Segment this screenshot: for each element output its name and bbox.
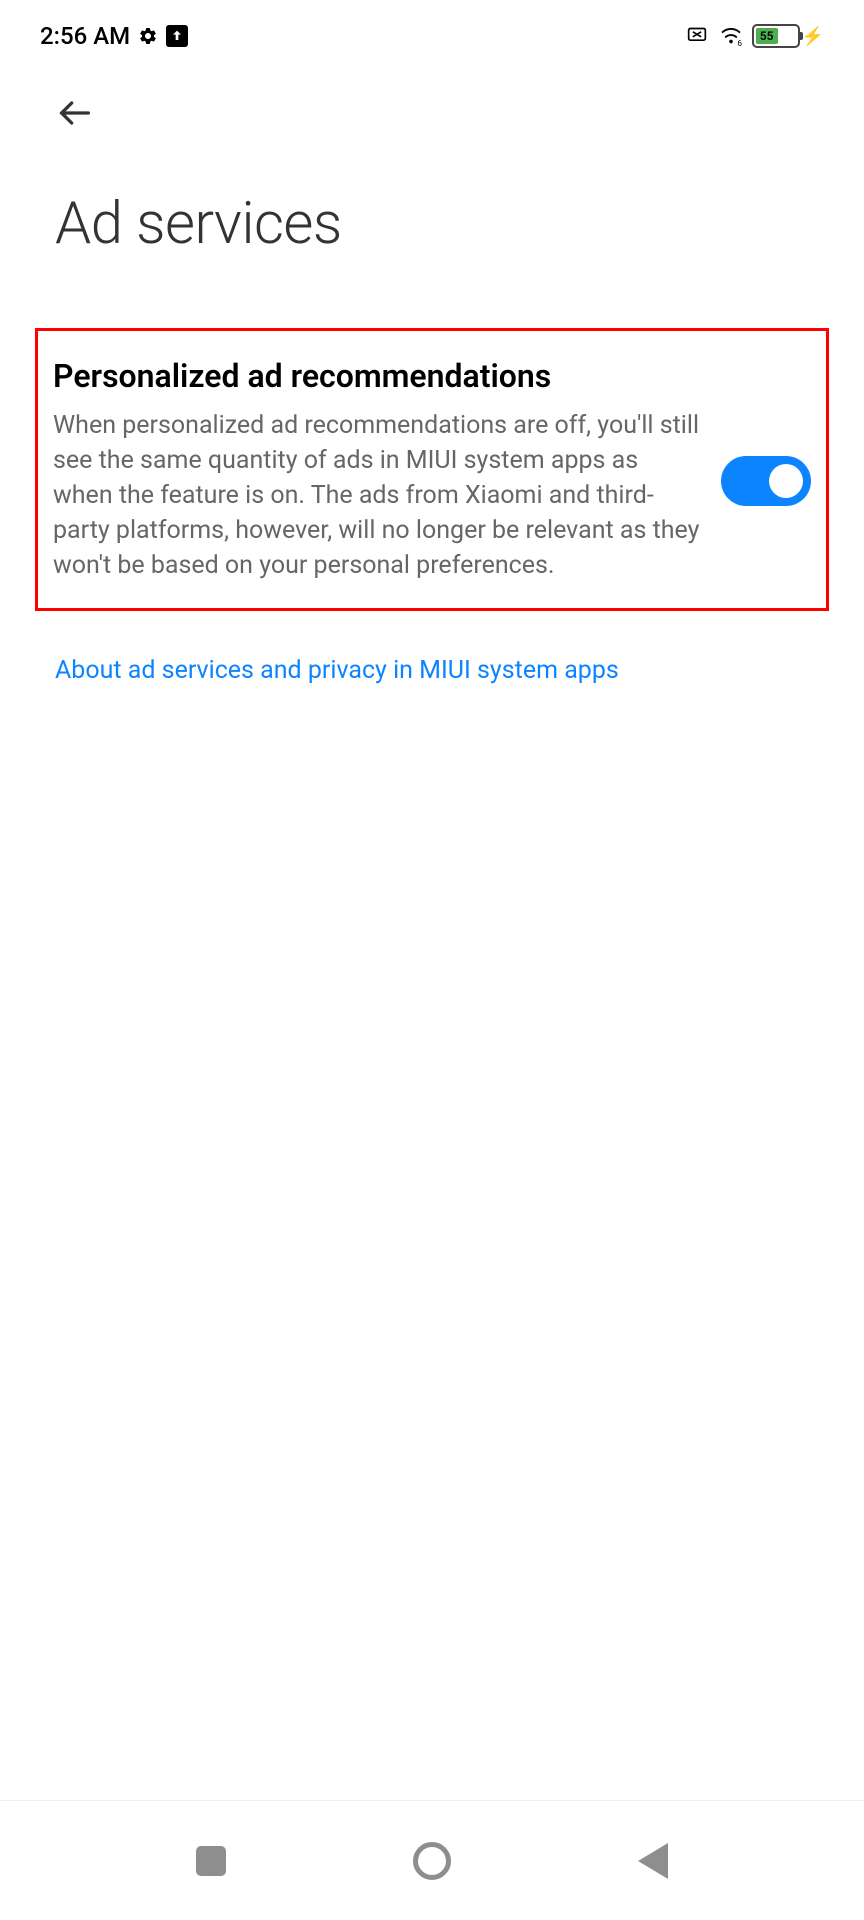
- setting-title: Personalized ad recommendations: [53, 356, 701, 396]
- status-right: 6 55 ⚡: [684, 24, 824, 48]
- page-title: Ad services: [55, 190, 809, 258]
- content: Personalized ad recommendations When per…: [0, 328, 864, 685]
- battery-icon: 55 ⚡: [752, 24, 824, 48]
- wifi-icon: 6: [718, 25, 744, 47]
- navigation-bar: [0, 1800, 864, 1920]
- back-button[interactable]: [55, 90, 100, 135]
- charging-icon: ⚡: [802, 26, 824, 47]
- status-time: 2:56 AM: [40, 22, 130, 50]
- battery-level: 55: [756, 28, 778, 44]
- svg-text:6: 6: [737, 39, 742, 47]
- triangle-icon: [638, 1843, 668, 1879]
- status-left: 2:56 AM: [40, 22, 188, 50]
- square-icon: [196, 1846, 226, 1876]
- header: Ad services: [0, 60, 864, 258]
- setting-description: When personalized ad recommendations are…: [53, 408, 701, 583]
- recent-apps-button[interactable]: [187, 1837, 235, 1885]
- gear-icon: [138, 26, 158, 46]
- about-privacy-link[interactable]: About ad services and privacy in MIUI sy…: [55, 656, 809, 685]
- toggle-thumb: [769, 464, 803, 498]
- cast-off-icon: [684, 26, 710, 46]
- status-bar: 2:56 AM 6 55: [0, 0, 864, 60]
- back-nav-button[interactable]: [629, 1837, 677, 1885]
- setting-text: Personalized ad recommendations When per…: [53, 356, 701, 583]
- personalized-ads-toggle[interactable]: [721, 456, 811, 506]
- personalized-ads-setting[interactable]: Personalized ad recommendations When per…: [35, 328, 829, 611]
- home-button[interactable]: [408, 1837, 456, 1885]
- upload-icon: [166, 25, 188, 47]
- circle-icon: [413, 1842, 451, 1880]
